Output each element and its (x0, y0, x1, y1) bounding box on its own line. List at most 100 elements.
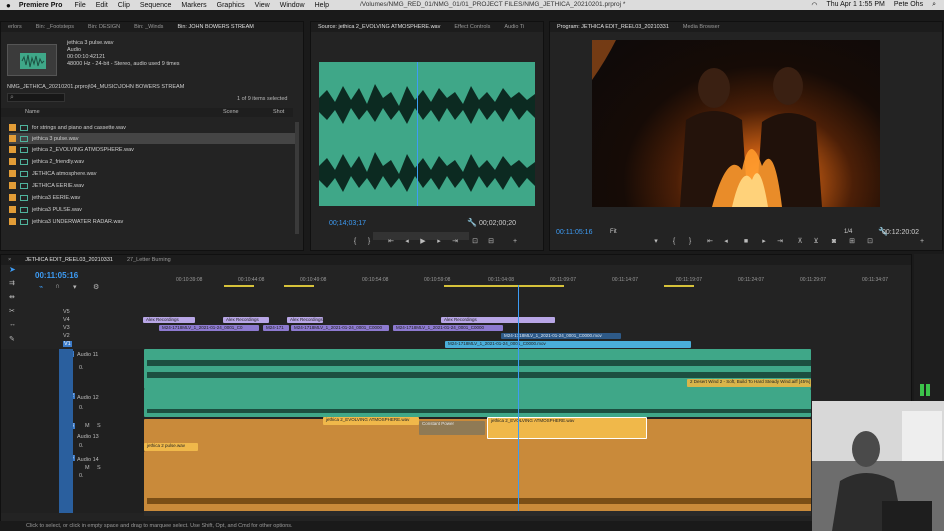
video-clip[interactable]: M24-1718MLV_1_2021-01-24_0001_C0000 (393, 325, 503, 331)
time-ruler[interactable]: 00:10:39:08 00:10:44:08 00:10:49:08 00:1… (144, 274, 911, 288)
list-item[interactable]: jethica 2_friendly.wav (9, 156, 295, 167)
mark-out-icon[interactable]: } (365, 238, 373, 246)
user-name[interactable]: Pete Ohs (894, 1, 923, 9)
source-patch-column[interactable] (59, 349, 73, 513)
tab-program[interactable]: Program: JETHICA EDIT_REEL03_20210331 (550, 24, 676, 30)
step-forward-icon[interactable]: ▸ (435, 238, 443, 246)
video-clip[interactable]: M24-1718MLV_1_2021-01-24_0001_C0000.mov (445, 341, 691, 348)
step-forward-icon[interactable]: ▸ (760, 238, 768, 246)
vr-icon[interactable]: ⊡ (866, 238, 874, 246)
track-select-tool-icon[interactable]: ⇉ (9, 279, 15, 287)
zoom-fit-select[interactable]: Fit (610, 229, 617, 235)
tab-sequence-main[interactable]: JETHICA EDIT_REEL03_20210331 (18, 257, 120, 263)
tab-bin-john-bowers[interactable]: Bin: JOHN BOWERS STREAM (170, 24, 260, 30)
source-waveform[interactable] (319, 62, 535, 206)
timeline-scrollbar[interactable] (144, 511, 811, 516)
track-header-v4[interactable]: V4 (1, 317, 144, 325)
mark-in-icon[interactable]: { (670, 238, 678, 246)
audio-clip[interactable] (144, 451, 811, 513)
audio-clip[interactable]: jethica 2 pulse.wav (144, 443, 198, 451)
wrench-icon[interactable]: 🔧 (467, 218, 477, 227)
tab-sequence-letter-burning[interactable]: 27_Letter Burning (120, 257, 178, 263)
menu-help[interactable]: Help (315, 2, 329, 9)
list-item[interactable]: jethica 3 pulse.wav (9, 133, 295, 144)
audio-clip[interactable]: jethica 2_EVOLVING ATMOSPHERE.wav (323, 417, 419, 425)
extract-icon[interactable]: ⊻ (812, 238, 820, 246)
list-item[interactable]: JETHICA atmosphere.wav (9, 168, 295, 179)
menu-clip[interactable]: Clip (118, 2, 130, 9)
export-frame-icon[interactable]: ◙ (830, 238, 838, 246)
wifi-icon[interactable]: ◠ (811, 1, 817, 9)
tab-source[interactable]: Source: jethica 2_EVOLVING ATMOSPHERE.wa… (311, 24, 447, 30)
mark-in-icon[interactable]: { (351, 238, 359, 246)
list-item[interactable]: jethica3 EERIE.wav (9, 192, 295, 203)
menu-window[interactable]: Window (280, 2, 305, 9)
menu-sequence[interactable]: Sequence (140, 2, 172, 9)
program-video-frame[interactable] (592, 40, 880, 207)
playhead[interactable] (518, 285, 519, 515)
step-back-icon[interactable]: ◂ (722, 238, 730, 246)
insert-icon[interactable]: ⊡ (471, 238, 479, 246)
step-back-icon[interactable]: ◂ (403, 238, 411, 246)
play-icon[interactable]: ▶ (419, 238, 427, 246)
go-to-in-icon[interactable]: ⇤ (387, 238, 395, 246)
video-clip[interactable]: M24-171 (263, 325, 289, 331)
list-item[interactable]: JETHICA EERIE.wav (9, 180, 295, 191)
tab-bin-design[interactable]: Bin: DESIGN (81, 24, 127, 30)
search-input[interactable]: ⌕ (7, 93, 65, 102)
col-name[interactable]: Name (25, 109, 40, 115)
go-to-out-icon[interactable]: ⇥ (451, 238, 459, 246)
transition-clip[interactable]: Constant Power (419, 421, 485, 435)
menu-graphics[interactable]: Graphics (217, 2, 245, 9)
video-clip[interactable]: Alex Recordings (441, 317, 555, 323)
add-button-icon[interactable]: + (918, 238, 926, 246)
video-clip[interactable]: Alex Recordings (223, 317, 269, 323)
video-clip[interactable]: Alex Recordings (143, 317, 195, 323)
audio-clip[interactable] (144, 389, 811, 417)
overwrite-icon[interactable]: ⊟ (487, 238, 495, 246)
menu-file[interactable]: File (74, 2, 85, 9)
audio-clip[interactable]: 2 Desert Wind 2 - Soft, Build To Hard St… (687, 379, 811, 387)
track-header-v1[interactable]: V1 (1, 341, 144, 349)
search-icon[interactable]: ⌕ (932, 1, 936, 9)
clock[interactable]: Thu Apr 1 1:55 PM (827, 1, 885, 9)
track-header-v2[interactable]: V2 (1, 333, 144, 341)
playback-resolution-select[interactable]: 1/4 (844, 229, 852, 235)
list-item[interactable]: jethica3 PULSE.wav (9, 204, 295, 215)
tab-audio-track-mixer[interactable]: Audio Ti (497, 24, 531, 30)
app-menu[interactable]: Premiere Pro (19, 2, 63, 9)
tab-errors[interactable]: erlors (1, 24, 29, 30)
add-button-icon[interactable]: + (511, 238, 519, 246)
linked-selection-icon[interactable]: ∩ (55, 283, 60, 290)
timeline-timecode[interactable]: 00:11:05:16 (35, 271, 78, 280)
menu-edit[interactable]: Edit (96, 2, 108, 9)
lift-icon[interactable]: ⊼ (796, 238, 804, 246)
add-marker-icon[interactable]: ▾ (652, 238, 660, 246)
tab-media-browser[interactable]: Media Browser (676, 24, 727, 30)
list-item[interactable]: for strings and piano and cassette.wav (9, 122, 295, 133)
source-timecode[interactable]: 00;14;03;17 (329, 220, 366, 227)
video-clip[interactable]: M24-1718MLV_1_2021-01-24_0001_C0 (159, 325, 259, 331)
audio-clip[interactable]: jethica 2_EVOLVING ATMOSPHERE.wav (487, 417, 647, 439)
track-header-v5[interactable]: V5 (1, 309, 144, 317)
comparison-view-icon[interactable]: ⊞ (848, 238, 856, 246)
tab-bin-winds[interactable]: Bin: _Winds (127, 24, 170, 30)
add-marker-icon[interactable]: ▾ (73, 283, 77, 291)
ripple-edit-tool-icon[interactable]: ⇹ (9, 293, 15, 301)
selection-tool-icon[interactable]: ➤ (9, 265, 16, 274)
wrench-icon[interactable]: ⚙ (93, 283, 99, 291)
track-header-v3[interactable]: V3 (1, 325, 144, 333)
video-clip[interactable]: Alex Recordings (287, 317, 323, 323)
list-item[interactable]: jethica 2_EVOLVING ATMOSPHERE.wav (9, 144, 295, 155)
video-clip[interactable]: M24-1718MLV_1_2021-01-24_0001_C0000 (291, 325, 389, 331)
scrollbar[interactable] (295, 122, 299, 234)
stop-icon[interactable]: ■ (742, 238, 750, 246)
col-scene[interactable]: Scene (223, 109, 239, 115)
list-item[interactable]: jethica3 UNDERWATER RADAR.wav (9, 216, 295, 227)
col-shot[interactable]: Shot (273, 109, 284, 115)
mark-out-icon[interactable]: } (686, 238, 694, 246)
close-icon[interactable]: × (1, 257, 18, 263)
snap-icon[interactable]: ⌁ (39, 283, 43, 291)
go-to-out-icon[interactable]: ⇥ (776, 238, 784, 246)
program-timecode[interactable]: 00:11:05:16 (556, 229, 592, 236)
